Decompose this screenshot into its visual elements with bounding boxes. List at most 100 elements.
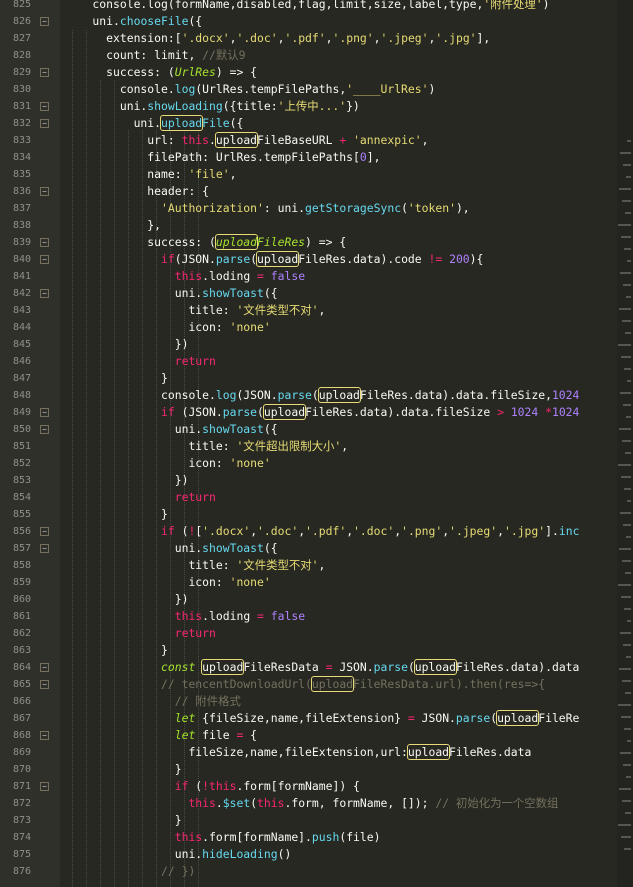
minimap[interactable] bbox=[617, 0, 633, 887]
code-token: showToast bbox=[202, 286, 264, 300]
code-token: this bbox=[174, 609, 203, 623]
code-line[interactable]: 846 return bbox=[0, 353, 633, 370]
code-line[interactable]: 872 this.$set(this.form, formName, []); … bbox=[0, 795, 633, 812]
code-line[interactable]: 871− if (!this.form[formName]) { bbox=[0, 778, 633, 795]
code-line[interactable]: 852 icon: 'none' bbox=[0, 455, 633, 472]
fold-toggle-icon[interactable]: − bbox=[40, 255, 49, 264]
line-number: 830 bbox=[12, 84, 31, 95]
code-line[interactable]: 874 this.form[formName].push(file) bbox=[0, 829, 633, 846]
code-line[interactable]: 867 let {fileSize,name,fileExtension} = … bbox=[0, 710, 633, 727]
code-line[interactable]: 875 uni.hideLoading() bbox=[0, 846, 633, 863]
fold-toggle-icon[interactable]: − bbox=[40, 238, 49, 247]
minimap-row bbox=[625, 332, 631, 334]
fold-toggle-icon[interactable]: − bbox=[40, 119, 49, 128]
search-highlight: upload bbox=[413, 659, 457, 675]
code-line[interactable]: 855 } bbox=[0, 506, 633, 523]
code-token: {fileSize,name,fileExtension} bbox=[195, 711, 408, 725]
code-line[interactable]: 857− uni.showToast({ bbox=[0, 540, 633, 557]
code-line[interactable]: 854 return bbox=[0, 489, 633, 506]
line-number: 871 bbox=[12, 781, 31, 792]
code-line[interactable]: 826− uni.chooseFile({ bbox=[0, 13, 633, 30]
code-token: FileBaseURL bbox=[257, 133, 340, 147]
code-line[interactable]: 870 } bbox=[0, 761, 633, 778]
code-line[interactable]: 830 console.log(UrlRes.tempFilePaths,'__… bbox=[0, 81, 633, 98]
code-line[interactable]: 869 fileSize,name,fileExtension,url:uplo… bbox=[0, 744, 633, 761]
line-number: 831 bbox=[12, 101, 31, 112]
code-line[interactable]: 864− const uploadFileResData = JSON.pars… bbox=[0, 659, 633, 676]
code-line[interactable]: 845 }) bbox=[0, 336, 633, 353]
code-line[interactable]: 873 } bbox=[0, 812, 633, 829]
fold-toggle-icon[interactable]: − bbox=[40, 680, 49, 689]
search-highlight: upload bbox=[262, 404, 307, 420]
fold-toggle-icon[interactable]: − bbox=[40, 527, 49, 536]
code-line[interactable]: 858 title: '文件类型不对', bbox=[0, 557, 633, 574]
fold-toggle-icon[interactable]: − bbox=[40, 408, 49, 417]
fold-toggle-icon[interactable]: − bbox=[40, 731, 49, 740]
code-line[interactable]: 840− if(JSON.parse(uploadFileRes.data).c… bbox=[0, 251, 633, 268]
code-text: } bbox=[65, 642, 168, 659]
minimap-row bbox=[626, 296, 631, 298]
code-line[interactable]: 861 this.loding = false bbox=[0, 608, 633, 625]
code-line[interactable]: 838 }, bbox=[0, 217, 633, 234]
code-line[interactable]: 835 name: 'file', bbox=[0, 166, 633, 183]
code-token: this bbox=[188, 796, 216, 810]
code-line[interactable]: 856− if (!['.docx','.doc','.pdf','.doc',… bbox=[0, 523, 633, 540]
code-token: { bbox=[243, 728, 258, 742]
code-line[interactable]: 876 // }) bbox=[0, 863, 633, 880]
code-token: icon: bbox=[65, 575, 230, 589]
minimap-row bbox=[621, 716, 631, 718]
code-token: '附件处理' bbox=[483, 0, 543, 11]
code-line[interactable]: 863 } bbox=[0, 642, 633, 659]
code-line[interactable]: 836− header: { bbox=[0, 183, 633, 200]
line-number: 856 bbox=[12, 526, 31, 537]
code-token: ( bbox=[311, 388, 319, 402]
line-number: 863 bbox=[12, 645, 31, 656]
code-line[interactable]: 850− uni.showToast({ bbox=[0, 421, 633, 438]
fold-toggle-icon[interactable]: − bbox=[40, 425, 49, 434]
code-line[interactable]: 866 // 附件格式 bbox=[0, 693, 633, 710]
fold-toggle-icon[interactable]: − bbox=[40, 68, 49, 77]
minimap-row bbox=[618, 344, 631, 346]
code-token: (JSON. bbox=[236, 388, 278, 402]
code-line[interactable]: 868− let file = { bbox=[0, 727, 633, 744]
code-line[interactable]: 847 } bbox=[0, 370, 633, 387]
code-line[interactable]: 848 console.log(JSON.parse(uploadFileRes… bbox=[0, 387, 633, 404]
code-line[interactable]: 841 this.loding = false bbox=[0, 268, 633, 285]
code-line[interactable]: 827 extension:['.docx','.doc','.pdf','.p… bbox=[0, 30, 633, 47]
code-token: '.doc' bbox=[353, 524, 395, 538]
code-token: , bbox=[229, 167, 237, 181]
code-token: '.doc' bbox=[257, 524, 299, 538]
code-line[interactable]: 853 }) bbox=[0, 472, 633, 489]
fold-toggle-icon[interactable]: − bbox=[40, 782, 49, 791]
code-line[interactable]: 839− success: (uploadFileRes) => { bbox=[0, 234, 633, 251]
code-line[interactable]: 849− if (JSON.parse(uploadFileRes.data).… bbox=[0, 404, 633, 421]
code-line[interactable]: 859 icon: 'none' bbox=[0, 574, 633, 591]
fold-toggle-icon[interactable]: − bbox=[40, 102, 49, 111]
code-line[interactable]: 831− uni.showLoading({title:'上传中...'}) bbox=[0, 98, 633, 115]
code-text: const uploadFileResData = JSON.parse(upl… bbox=[65, 659, 579, 676]
code-line[interactable]: 825 console.log(formName,disabled,flag,l… bbox=[0, 0, 633, 13]
fold-toggle-icon[interactable]: − bbox=[40, 187, 49, 196]
code-token: JSON. bbox=[332, 660, 374, 674]
code-line[interactable]: 865− // tencentDownloadUrl(uploadFileRes… bbox=[0, 676, 633, 693]
code-line[interactable]: 833 url: this.uploadFileBaseURL + 'annex… bbox=[0, 132, 633, 149]
fold-toggle-icon[interactable]: − bbox=[40, 663, 49, 672]
code-line[interactable]: 832− uni.uploadFile({ bbox=[0, 115, 633, 132]
code-text: uni.showLoading({title:'上传中...'}) bbox=[65, 98, 360, 115]
code-token: ], bbox=[476, 31, 491, 45]
code-editor[interactable]: 825 console.log(formName,disabled,flag,l… bbox=[0, 0, 633, 887]
fold-toggle-icon[interactable]: − bbox=[40, 17, 49, 26]
code-line[interactable]: 860 }) bbox=[0, 591, 633, 608]
fold-toggle-icon[interactable]: − bbox=[40, 544, 49, 553]
fold-toggle-icon[interactable]: − bbox=[40, 289, 49, 298]
code-line[interactable]: 834 filePath: UrlRes.tempFilePaths[0], bbox=[0, 149, 633, 166]
code-line[interactable]: 837 'Authorization': uni.getStorageSync(… bbox=[0, 200, 633, 217]
code-line[interactable]: 851 title: '文件超出限制大小', bbox=[0, 438, 633, 455]
code-line[interactable]: 829− success: (UrlRes) => { bbox=[0, 64, 633, 81]
code-line[interactable]: 844 icon: 'none' bbox=[0, 319, 633, 336]
code-line[interactable]: 843 title: '文件类型不对', bbox=[0, 302, 633, 319]
code-token: FileRes.data).data.fileSize, bbox=[359, 388, 552, 402]
code-line[interactable]: 842− uni.showToast({ bbox=[0, 285, 633, 302]
code-line[interactable]: 862 return bbox=[0, 625, 633, 642]
code-line[interactable]: 828 count: limit, //默认9 bbox=[0, 47, 633, 64]
